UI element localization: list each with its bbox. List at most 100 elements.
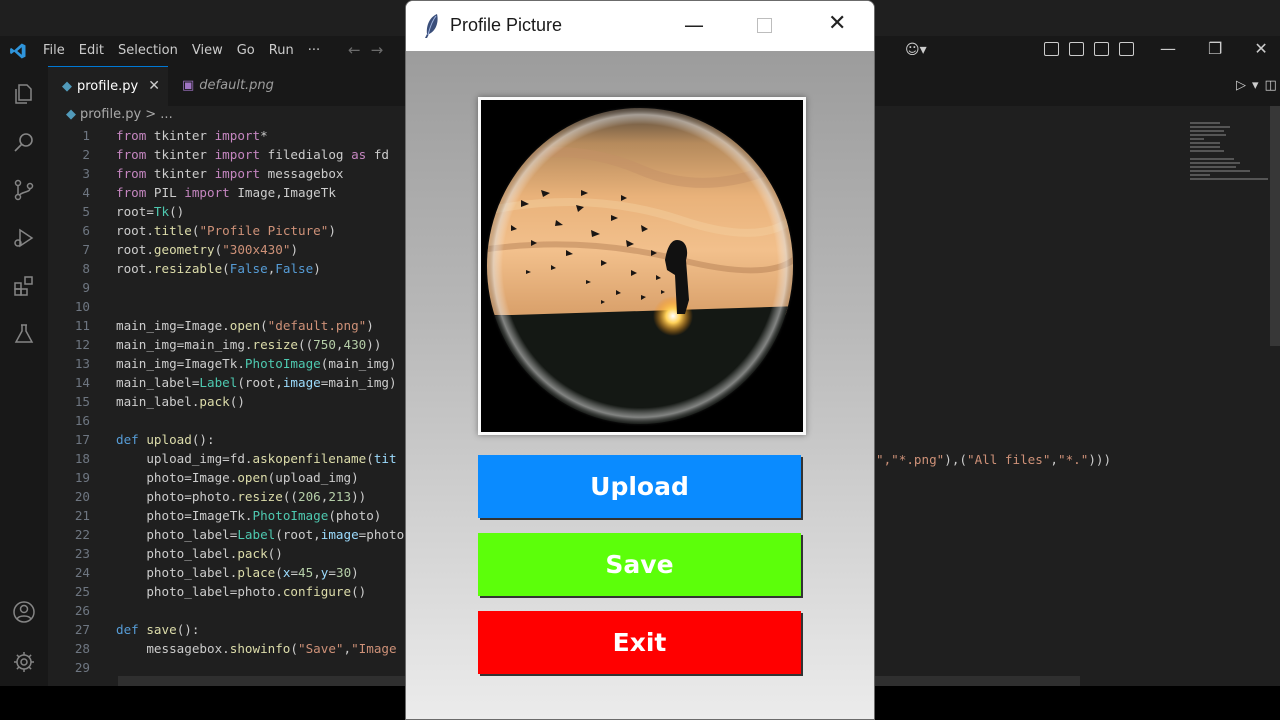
vertical-scrollbar[interactable] xyxy=(1270,106,1280,346)
menu-file[interactable]: File xyxy=(43,43,65,58)
back-arrow-icon[interactable]: ← xyxy=(348,41,371,59)
tab-profile-py[interactable]: ◆ profile.py ✕ xyxy=(48,66,168,106)
line-number: 20 xyxy=(74,489,90,504)
line-content: main_img=Image.open("default.png") xyxy=(116,318,374,333)
save-button[interactable]: Save xyxy=(478,533,801,596)
python-file-icon: ◆ xyxy=(66,107,76,122)
line-content: upload_img=fd.askopenfilename(tit xyxy=(116,451,397,466)
line-content: def upload(): xyxy=(116,432,215,447)
line-number: 19 xyxy=(74,470,90,485)
close-tab-icon[interactable]: ✕ xyxy=(148,78,160,94)
line-number: 12 xyxy=(74,337,90,352)
profile-photo-image xyxy=(481,100,803,432)
minimize-icon[interactable]: — xyxy=(684,13,704,37)
toggle-panel-icon[interactable] xyxy=(1094,42,1109,56)
line-number: 4 xyxy=(82,185,90,200)
breadcrumb[interactable]: ◆ profile.py > ... xyxy=(66,107,173,122)
line-content: def save(): xyxy=(116,622,200,637)
line-number: 26 xyxy=(74,603,90,618)
python-file-icon: ◆ xyxy=(62,79,72,94)
line-content: messagebox.showinfo("Save","Image xyxy=(116,641,397,656)
line-number: 5 xyxy=(82,204,90,219)
line-content: main_img=ImageTk.PhotoImage(main_img) xyxy=(116,356,397,371)
line-number: 23 xyxy=(74,546,90,561)
image-file-icon: ▣ xyxy=(182,78,195,93)
vscode-window-controls: — ❐ ✕ xyxy=(1160,39,1268,58)
menu-view[interactable]: View xyxy=(192,43,223,58)
toggle-secondary-sidebar-icon[interactable] xyxy=(1119,42,1134,56)
activity-bar xyxy=(0,66,48,686)
line-number: 24 xyxy=(74,565,90,580)
line-number: 10 xyxy=(74,299,90,314)
profile-picture-window: Profile Picture — ✕ Upload Save Exit xyxy=(405,0,875,720)
line-number: 6 xyxy=(82,223,90,238)
line-content: from PIL import Image,ImageTk xyxy=(116,185,336,200)
vscode-minimize-icon[interactable]: — xyxy=(1160,39,1176,58)
customize-layout-icon[interactable] xyxy=(1044,42,1059,56)
settings-gear-icon[interactable] xyxy=(12,650,36,674)
line-number: 2 xyxy=(82,147,90,162)
line-content: main_img=main_img.resize((750,430)) xyxy=(116,337,382,352)
line-content: photo_label.pack() xyxy=(116,546,283,561)
window-titlebar[interactable]: Profile Picture — ✕ xyxy=(406,1,874,51)
line-number: 28 xyxy=(74,641,90,656)
menu-edit[interactable]: Edit xyxy=(79,43,104,58)
testing-icon[interactable] xyxy=(12,322,36,346)
close-icon[interactable]: ✕ xyxy=(828,11,846,36)
forward-arrow-icon[interactable]: → xyxy=(371,41,394,59)
line-number: 1 xyxy=(82,128,90,143)
line-content: root.resizable(False,False) xyxy=(116,261,321,276)
layout-controls xyxy=(1044,42,1134,56)
exit-button[interactable]: Exit xyxy=(478,611,801,674)
line-number: 25 xyxy=(74,584,90,599)
search-icon[interactable] xyxy=(12,130,36,154)
line-content: from tkinter import* xyxy=(116,128,268,143)
minimap[interactable] xyxy=(1190,122,1268,192)
line-number: 18 xyxy=(74,451,90,466)
line-content: from tkinter import filedialog as fd xyxy=(116,147,390,162)
tab-label: default.png xyxy=(199,78,274,93)
run-debug-icon[interactable] xyxy=(12,226,36,250)
line-content: root.title("Profile Picture") xyxy=(116,223,336,238)
line-content: main_label.pack() xyxy=(116,394,245,409)
explorer-icon[interactable] xyxy=(12,82,36,106)
line-content: root=Tk() xyxy=(116,204,185,219)
breadcrumb-text: profile.py > ... xyxy=(80,107,173,122)
menu-bar: File Edit Selection View Go Run ··· xyxy=(43,43,334,58)
window-title: Profile Picture xyxy=(450,15,563,35)
menu-selection[interactable]: Selection xyxy=(118,43,178,58)
toggle-sidebar-icon[interactable] xyxy=(1069,42,1084,56)
code-line-18-overflow: ","*.png"),("All files","*."))) xyxy=(876,452,1112,467)
line-number: 11 xyxy=(74,318,90,333)
account-icon[interactable] xyxy=(12,600,36,624)
menu-more[interactable]: ··· xyxy=(308,43,320,58)
tab-default-png[interactable]: ▣ default.png xyxy=(168,66,298,106)
line-number: 27 xyxy=(74,622,90,637)
tab-label: profile.py xyxy=(77,79,139,94)
line-number: 7 xyxy=(82,242,90,257)
line-content: photo_label.place(x=45,y=30) xyxy=(116,565,359,580)
extensions-icon[interactable] xyxy=(12,274,36,298)
line-number: 15 xyxy=(74,394,90,409)
line-number: 17 xyxy=(74,432,90,447)
menu-run[interactable]: Run xyxy=(269,43,294,58)
vscode-close-icon[interactable]: ✕ xyxy=(1254,39,1267,58)
source-control-icon[interactable] xyxy=(12,178,36,202)
line-number: 8 xyxy=(82,261,90,276)
split-editor-icon[interactable]: ◫ xyxy=(1265,78,1280,93)
line-content: photo=photo.resize((206,213)) xyxy=(116,489,367,504)
line-number: 13 xyxy=(74,356,90,371)
line-content: photo_label=Label(root,image=photo xyxy=(116,527,405,542)
line-number: 29 xyxy=(74,660,90,675)
line-number: 16 xyxy=(74,413,90,428)
line-content: photo=ImageTk.PhotoImage(photo) xyxy=(116,508,382,523)
line-number: 21 xyxy=(74,508,90,523)
vscode-restore-icon[interactable]: ❐ xyxy=(1208,39,1222,58)
run-file-icon[interactable]: ▷▾ xyxy=(1236,78,1265,93)
line-number: 22 xyxy=(74,527,90,542)
copilot-icon[interactable]: ☺▾ xyxy=(905,42,927,58)
line-number: 3 xyxy=(82,166,90,181)
upload-button[interactable]: Upload xyxy=(478,455,801,518)
line-number: 9 xyxy=(82,280,90,295)
menu-go[interactable]: Go xyxy=(237,43,255,58)
